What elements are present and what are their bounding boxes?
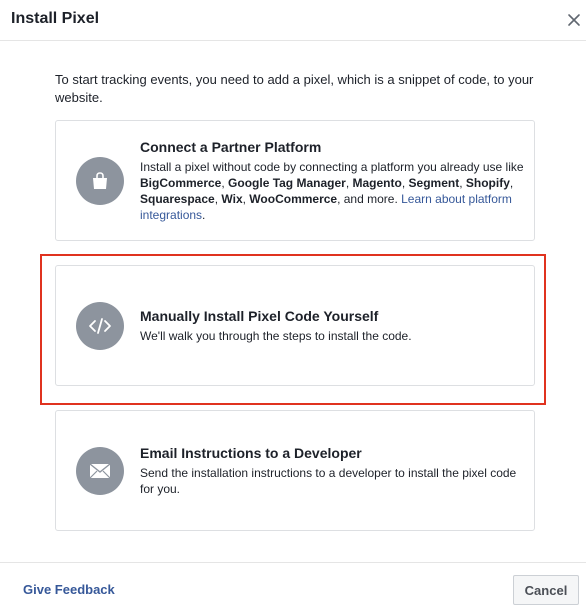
platform-name: WooCommerce [249,192,338,206]
option-description: Send the installation instructions to a … [140,466,517,496]
separator: , [509,176,514,190]
option-title: Email Instructions to a Developer [140,445,362,461]
platform-name: Segment [408,176,460,190]
option-connect-partner-platform[interactable]: Connect a Partner Platform Install a pix… [55,120,535,241]
dialog-header: Install Pixel [0,0,586,41]
platform-name: BigCommerce [140,176,222,190]
option-email-developer[interactable]: Email Instructions to a Developer Send t… [55,410,535,531]
separator: , [401,176,409,190]
platform-name: Magento [352,176,402,190]
platform-name: Shopify [465,176,510,190]
option-desc-prefix: Install a pixel without code by connecti… [140,160,524,174]
separator: , [459,176,466,190]
option-desc-suffix: , and more. [337,192,402,206]
dialog-title: Install Pixel [11,10,100,27]
link-period: . [202,208,206,222]
option-title: Manually Install Pixel Code Yourself [140,308,379,324]
give-feedback-link[interactable]: Give Feedback [23,582,115,597]
code-icon [76,302,124,350]
dialog-footer: Give Feedback Cancel [0,562,586,610]
close-icon[interactable] [566,12,582,28]
shopping-bag-icon [76,157,124,205]
platform-name: Wix [221,192,243,206]
separator: , [345,176,353,190]
option-description: Install a pixel without code by connecti… [140,159,525,223]
option-manually-install[interactable]: Manually Install Pixel Code Yourself We'… [55,265,535,386]
option-title: Connect a Partner Platform [140,139,322,155]
envelope-icon [76,447,124,495]
option-description: We'll walk you through the steps to inst… [140,329,412,343]
cancel-button[interactable]: Cancel [513,575,579,605]
platform-name: Squarespace [140,192,215,206]
platform-name: Google Tag Manager [228,176,346,190]
intro-text: To start tracking events, you need to ad… [55,72,534,105]
install-pixel-dialog: Install Pixel To start tracking events, … [0,0,586,610]
